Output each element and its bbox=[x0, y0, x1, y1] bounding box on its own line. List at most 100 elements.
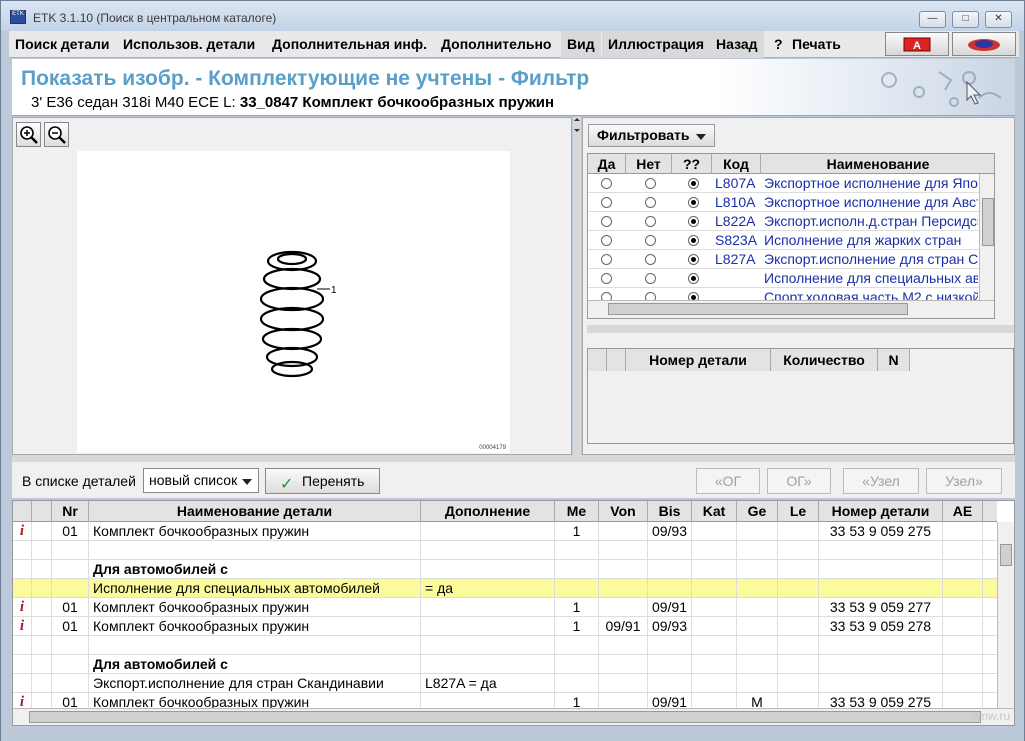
radio-no[interactable] bbox=[645, 235, 656, 246]
info-icon[interactable] bbox=[13, 541, 32, 560]
grid-col-me[interactable]: Me bbox=[555, 501, 599, 522]
grid-row[interactable]: i 01 Комплект бочкообразных пружин 1 09/91 33… bbox=[13, 598, 997, 617]
radio-no[interactable] bbox=[645, 197, 656, 208]
radio-yes[interactable] bbox=[601, 216, 612, 227]
menu-back[interactable]: Назад bbox=[710, 31, 764, 58]
radio-no[interactable] bbox=[645, 254, 656, 265]
grid-row[interactable] bbox=[13, 636, 997, 655]
scroll-thumb[interactable] bbox=[1000, 544, 1012, 566]
grid-col-ae[interactable]: AE bbox=[943, 501, 983, 522]
filter-row[interactable]: Исполнение для специальных автомобилей bbox=[588, 269, 994, 288]
info-icon[interactable] bbox=[13, 655, 32, 674]
grid-col-nr[interactable]: Nr bbox=[52, 501, 89, 522]
radio-unknown[interactable] bbox=[688, 197, 699, 208]
grid-col-ge[interactable]: Ge bbox=[737, 501, 778, 522]
col-part-number[interactable]: Номер детали bbox=[626, 349, 771, 371]
col-blank-1[interactable] bbox=[588, 349, 607, 371]
tool-car-icon-button[interactable] bbox=[952, 32, 1016, 56]
menu-illustration[interactable]: Иллюстрация bbox=[602, 31, 710, 58]
info-icon[interactable] bbox=[13, 560, 32, 579]
menu-view[interactable]: Вид bbox=[561, 31, 601, 58]
filter-dropdown-button[interactable]: Фильтровать bbox=[588, 124, 715, 147]
col-quantity[interactable]: Количество bbox=[771, 349, 878, 371]
horizontal-splitter-right[interactable] bbox=[587, 325, 1014, 333]
radio-unknown[interactable] bbox=[688, 216, 699, 227]
prev-node-button[interactable]: «Узел bbox=[843, 468, 919, 494]
splitter-arrows-icon[interactable] bbox=[573, 117, 581, 137]
radio-no[interactable] bbox=[645, 273, 656, 284]
grid-col-kat[interactable]: Kat bbox=[692, 501, 737, 522]
grid-row[interactable]: Для автомобилей с bbox=[13, 560, 997, 579]
filter-hscroll[interactable] bbox=[588, 300, 994, 318]
col-name[interactable]: Наименование bbox=[761, 154, 994, 174]
grid-col-le[interactable]: Le bbox=[778, 501, 819, 522]
grid-row[interactable]: i 01 Комплект бочкообразных пружин 1 09/93 33… bbox=[13, 522, 997, 541]
next-node-button[interactable]: Узел» bbox=[926, 468, 1002, 494]
horizontal-splitter[interactable] bbox=[12, 455, 1015, 462]
zoom-out-button[interactable] bbox=[44, 122, 69, 147]
filter-vscroll[interactable] bbox=[979, 174, 994, 300]
radio-yes[interactable] bbox=[601, 254, 612, 265]
menu-extra[interactable]: Дополнительно bbox=[435, 31, 557, 58]
filter-row[interactable]: L822A Экспорт.исполн.д.стран Персидск.зал… bbox=[588, 212, 994, 231]
grid-row[interactable]: i 01 Комплект бочкообразных пружин 1 09/91 09… bbox=[13, 617, 997, 636]
menu-print[interactable]: Печать bbox=[786, 31, 847, 58]
grid-col-part[interactable]: Номер детали bbox=[819, 501, 943, 522]
info-icon[interactable] bbox=[13, 579, 32, 598]
maximize-button[interactable]: □ bbox=[952, 11, 979, 28]
menu-part-usage[interactable]: Использов. детали bbox=[117, 31, 261, 58]
grid-vscroll[interactable] bbox=[997, 522, 1014, 708]
grid-col-add[interactable]: Дополнение bbox=[421, 501, 555, 522]
scroll-thumb[interactable] bbox=[608, 303, 908, 315]
info-icon[interactable]: i bbox=[13, 598, 32, 617]
radio-yes[interactable] bbox=[601, 197, 612, 208]
filter-row[interactable]: L810A Экспортное исполнение для Австралии bbox=[588, 193, 994, 212]
radio-unknown[interactable] bbox=[688, 273, 699, 284]
vertical-splitter[interactable] bbox=[573, 117, 581, 455]
grid-col-name[interactable]: Наименование детали bbox=[89, 501, 421, 522]
tool-a-icon-button[interactable]: A bbox=[885, 32, 949, 56]
info-icon[interactable]: i bbox=[13, 617, 32, 636]
list-select[interactable]: новый список bbox=[143, 468, 259, 493]
grid-hscroll[interactable] bbox=[13, 708, 1014, 725]
radio-yes[interactable] bbox=[601, 273, 612, 284]
grid-col-info[interactable] bbox=[13, 501, 32, 522]
prev-main-group-button[interactable]: «ОГ bbox=[696, 468, 760, 494]
apply-button[interactable]: ✓ Перенять bbox=[265, 468, 380, 494]
radio-unknown[interactable] bbox=[688, 178, 699, 189]
callout-number[interactable]: 1 bbox=[331, 285, 337, 296]
close-button[interactable]: ✕ bbox=[985, 11, 1012, 28]
col-n[interactable]: N bbox=[878, 349, 910, 371]
scroll-thumb[interactable] bbox=[982, 198, 994, 246]
next-main-group-button[interactable]: ОГ» bbox=[767, 468, 831, 494]
menu-additional-info[interactable]: Дополнительная инф. bbox=[266, 31, 433, 58]
grid-row[interactable] bbox=[13, 541, 997, 560]
info-icon[interactable] bbox=[13, 636, 32, 655]
info-icon[interactable]: i bbox=[13, 522, 32, 541]
menu-part-search[interactable]: Поиск детали bbox=[9, 31, 116, 58]
grid-row[interactable]: Экспорт.исполнение для стран Скандинавии… bbox=[13, 674, 997, 693]
grid-row[interactable]: Исполнение для специальных автомобилей = … bbox=[13, 579, 997, 598]
grid-col-bis[interactable]: Bis bbox=[648, 501, 692, 522]
parts-illustration[interactable]: 1 00004179 bbox=[77, 151, 510, 453]
minimize-button[interactable]: — bbox=[919, 11, 946, 28]
scroll-thumb[interactable] bbox=[29, 711, 981, 723]
grid-col-von[interactable]: Von bbox=[599, 501, 648, 522]
col-code[interactable]: Код bbox=[712, 154, 761, 174]
radio-unknown[interactable] bbox=[688, 235, 699, 246]
filter-row[interactable]: L827A Экспорт.исполнение для стран Сканди… bbox=[588, 250, 994, 269]
info-icon[interactable] bbox=[13, 674, 32, 693]
radio-yes[interactable] bbox=[601, 178, 612, 189]
grid-col-blank[interactable] bbox=[32, 501, 52, 522]
radio-no[interactable] bbox=[645, 178, 656, 189]
col-unknown[interactable]: ?? bbox=[672, 154, 712, 174]
grid-row[interactable]: Для автомобилей с bbox=[13, 655, 997, 674]
radio-no[interactable] bbox=[645, 216, 656, 227]
radio-unknown[interactable] bbox=[688, 254, 699, 265]
zoom-in-button[interactable] bbox=[16, 122, 41, 147]
col-blank-2[interactable] bbox=[607, 349, 626, 371]
radio-yes[interactable] bbox=[601, 235, 612, 246]
col-no[interactable]: Нет bbox=[626, 154, 672, 174]
col-yes[interactable]: Да bbox=[588, 154, 626, 174]
filter-row[interactable]: L807A Экспортное исполнение для Японии bbox=[588, 174, 994, 193]
